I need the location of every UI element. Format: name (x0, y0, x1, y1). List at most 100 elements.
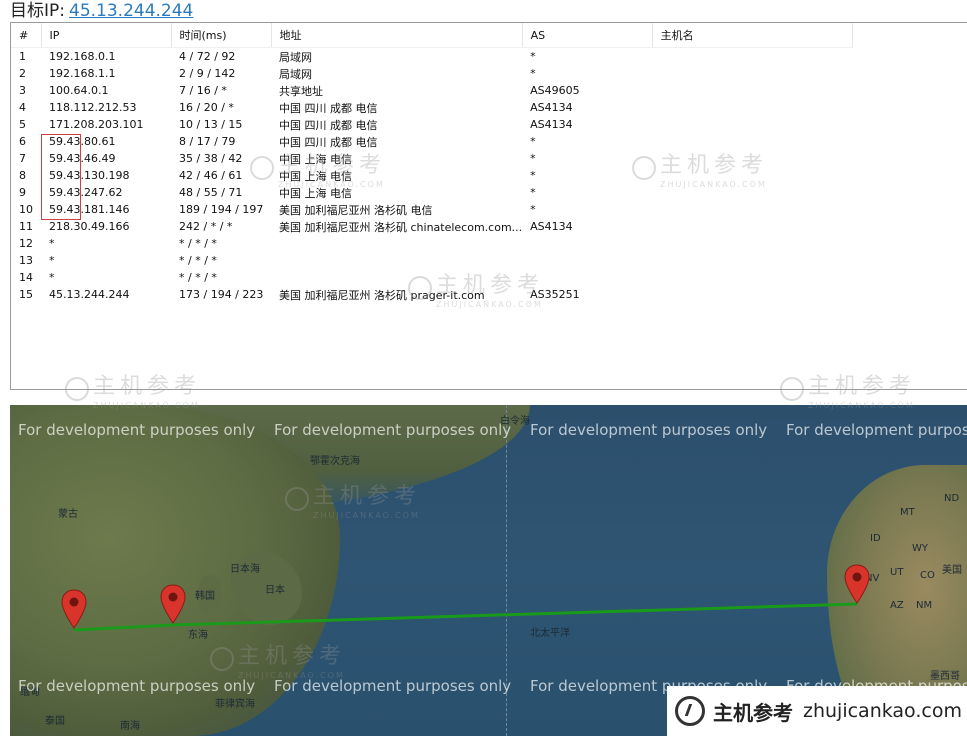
target-ip-header: 目标IP: 45.13.244.244 (10, 0, 193, 22)
watermark-url: ZHUJICANKAO.COM (808, 400, 915, 410)
watermark-logo-icon (408, 275, 432, 300)
hop-ip: 118.112.212.53 (49, 101, 137, 114)
hop-time: 16 / 20 / * (179, 101, 234, 114)
watermark-url: ZHUJICANKAO.COM (436, 299, 543, 309)
hop-time: 173 / 194 / 223 (179, 288, 264, 301)
hop-time: 242 / * / * (179, 220, 233, 233)
hop-time: * / * / * (179, 271, 217, 284)
column-header-ip[interactable]: IP (41, 23, 172, 48)
hop-number: 7 (19, 152, 26, 165)
watermark: 主机参考 ZHUJICANKAO.COM (632, 147, 768, 189)
brand-badge: 主机参考 zhujicankao.com (667, 686, 967, 736)
column-header-time[interactable]: 时间(ms) (171, 23, 272, 48)
watermark-logo-icon (210, 646, 234, 671)
table-row[interactable]: 2 192.168.1.1 2 / 9 / 142 局域网 * (11, 65, 852, 82)
watermark: 主机参考 ZHUJICANKAO.COM (285, 478, 421, 520)
hop-time: 4 / 72 / 92 (179, 50, 236, 63)
hop-as: AS4134 (530, 220, 573, 233)
hop-address: 美国 加利福尼亚州 洛杉矶 电信 (279, 203, 433, 217)
hop-number: 6 (19, 135, 26, 148)
hop-address: 共享地址 (279, 84, 323, 98)
hop-time: * / * / * (179, 254, 217, 267)
table-row[interactable]: 1 192.168.0.1 4 / 72 / 92 局域网 * (11, 48, 852, 66)
watermark-logo-icon (285, 486, 309, 511)
watermark: 主机参考 ZHUJICANKAO.COM (408, 267, 544, 309)
hop-number: 4 (19, 101, 26, 114)
hop-number: 15 (19, 288, 33, 301)
hop-time: 2 / 9 / 142 (179, 67, 236, 80)
hop-hostname (652, 235, 852, 252)
hop-ip: * (49, 254, 55, 267)
column-header-address[interactable]: 地址 (271, 23, 523, 48)
hop-address: 中国 四川 成都 电信 (279, 101, 378, 115)
hop-number: 9 (19, 186, 26, 199)
hop-ip: 59.43.247.62 (49, 186, 123, 199)
hop-address: 中国 四川 成都 电信 (279, 118, 378, 132)
hop-ip: 171.208.203.101 (49, 118, 144, 131)
hop-number: 14 (19, 271, 33, 284)
table-row[interactable]: 11 218.30.49.166 242 / * / * 美国 加利福尼亚州 洛杉矶 … (11, 218, 852, 235)
hop-hostname (652, 201, 852, 218)
watermark-url: ZHUJICANKAO.COM (238, 670, 345, 680)
table-row[interactable]: 10 59.43.181.146 189 / 194 / 197 美国 加利福尼亚州 … (11, 201, 852, 218)
hop-ip: 45.13.244.244 (49, 288, 130, 301)
watermark-text: 主机参考 (313, 484, 422, 509)
hop-address: 局域网 (279, 67, 312, 81)
hop-time: 7 / 16 / * (179, 84, 227, 97)
watermark-logo-icon (632, 155, 656, 180)
table-row[interactable]: 12 * * / * / * (11, 235, 852, 252)
hop-as: AS4134 (530, 118, 573, 131)
hop-number: 11 (19, 220, 33, 233)
hop-as: AS4134 (530, 101, 573, 114)
hop-ip: 192.168.1.1 (49, 67, 116, 80)
watermark-logo-icon (780, 376, 804, 401)
map-pin-chengdu[interactable] (61, 589, 87, 629)
hop-ip: 59.43.46.49 (49, 152, 116, 165)
watermark: 主机参考 ZHUJICANKAO.COM (250, 147, 386, 189)
hop-ip: 100.64.0.1 (49, 84, 109, 97)
hop-hostname (652, 99, 852, 116)
watermark-url: ZHUJICANKAO.COM (660, 179, 767, 189)
watermark: 主机参考 ZHUJICANKAO.COM (780, 368, 916, 410)
column-header-hostname[interactable]: 主机名 (652, 23, 853, 48)
map-pin-los-angeles[interactable] (844, 564, 870, 604)
target-ip-link[interactable]: 45.13.244.244 (69, 1, 193, 21)
hop-number: 10 (19, 203, 33, 216)
hop-time: * / * / * (179, 237, 217, 250)
hop-hostname (652, 252, 852, 269)
watermark-text: 主机参考 (436, 273, 545, 298)
table-row[interactable]: 3 100.64.0.1 7 / 16 / * 共享地址 AS49605 (11, 82, 852, 99)
hop-hostname (652, 65, 852, 82)
hop-number: 13 (19, 254, 33, 267)
hop-number: 12 (19, 237, 33, 250)
hop-as: * (530, 50, 536, 63)
table-row[interactable]: 4 118.112.212.53 16 / 20 / * 中国 四川 成都 电信 AS4… (11, 99, 852, 116)
watermark: 主机参考 ZHUJICANKAO.COM (65, 368, 201, 410)
watermark-url: ZHUJICANKAO.COM (313, 510, 420, 520)
hop-hostname (652, 116, 852, 133)
route-path (73, 602, 858, 632)
brand-name: 主机参考 (713, 700, 793, 725)
hop-hostname (652, 218, 852, 235)
watermark-text: 主机参考 (238, 644, 347, 669)
hop-ip: * (49, 271, 55, 284)
hop-time: 189 / 194 / 197 (179, 203, 264, 216)
hop-ip: * (49, 237, 55, 250)
hop-number: 8 (19, 169, 26, 182)
column-header-num[interactable]: # (11, 23, 42, 48)
hop-hostname (652, 82, 852, 99)
hop-address: 局域网 (279, 50, 312, 64)
column-header-as[interactable]: AS (522, 23, 653, 48)
hop-hostname (652, 269, 852, 286)
brand-logo-icon (675, 696, 705, 726)
target-ip-label: 目标IP: (10, 1, 65, 21)
table-row[interactable]: 5 171.208.203.101 10 / 13 / 15 中国 四川 成都 电信 A… (11, 116, 852, 133)
watermark-text: 主机参考 (660, 153, 769, 178)
hop-as (522, 235, 652, 252)
watermark-logo-icon (65, 376, 89, 401)
hop-number: 5 (19, 118, 26, 131)
hop-ip: 192.168.0.1 (49, 50, 116, 63)
hop-ip: 59.43.80.61 (49, 135, 116, 148)
map-pin-shanghai[interactable] (160, 584, 186, 624)
hop-time: 10 / 13 / 15 (179, 118, 243, 131)
